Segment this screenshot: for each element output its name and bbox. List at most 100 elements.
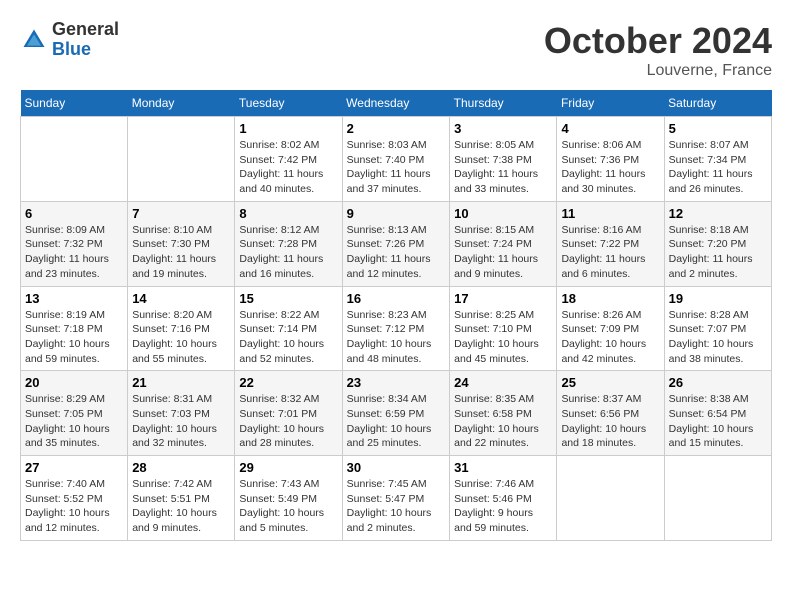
day-number: 23 <box>347 375 445 390</box>
day-info: Sunrise: 8:07 AMSunset: 7:34 PMDaylight:… <box>669 138 767 197</box>
page-header: General Blue October 2024 Louverne, Fran… <box>20 20 772 80</box>
day-number: 12 <box>669 206 767 221</box>
calendar-week-row: 1Sunrise: 8:02 AMSunset: 7:42 PMDaylight… <box>21 117 772 202</box>
day-info: Sunrise: 8:32 AMSunset: 7:01 PMDaylight:… <box>239 392 337 451</box>
weekday-header: Wednesday <box>342 90 449 117</box>
calendar-cell: 29Sunrise: 7:43 AMSunset: 5:49 PMDayligh… <box>235 456 342 541</box>
day-info: Sunrise: 7:46 AMSunset: 5:46 PMDaylight:… <box>454 477 552 536</box>
calendar-cell: 31Sunrise: 7:46 AMSunset: 5:46 PMDayligh… <box>450 456 557 541</box>
day-info: Sunrise: 7:43 AMSunset: 5:49 PMDaylight:… <box>239 477 337 536</box>
calendar-week-row: 27 Sunrise: 7:40 AMSunset: 5:52 PMDayligh… <box>21 456 772 541</box>
calendar-cell: 10Sunrise: 8:15 AMSunset: 7:24 PMDayligh… <box>450 201 557 286</box>
day-info: Sunrise: 8:06 AMSunset: 7:36 PMDaylight:… <box>561 138 659 197</box>
day-info: Sunrise: 8:23 AMSunset: 7:12 PMDaylight:… <box>347 308 445 367</box>
calendar-cell: 27 Sunrise: 7:40 AMSunset: 5:52 PMDayligh… <box>21 456 128 541</box>
calendar-cell <box>557 456 664 541</box>
day-number: 22 <box>239 375 337 390</box>
calendar-cell: 28 Sunrise: 7:42 AMSunset: 5:51 PMDayligh… <box>128 456 235 541</box>
calendar-table: SundayMondayTuesdayWednesdayThursdayFrid… <box>20 90 772 541</box>
day-number: 1 <box>239 121 337 136</box>
day-number: 4 <box>561 121 659 136</box>
logo: General Blue <box>20 20 119 60</box>
day-number: 30 <box>347 460 445 475</box>
calendar-cell <box>21 117 128 202</box>
calendar-cell: 5 Sunrise: 8:07 AMSunset: 7:34 PMDaylight… <box>664 117 771 202</box>
calendar-cell: 1Sunrise: 8:02 AMSunset: 7:42 PMDaylight… <box>235 117 342 202</box>
day-info: Sunrise: 8:29 AMSunset: 7:05 PMDaylight:… <box>25 392 123 451</box>
day-number: 3 <box>454 121 552 136</box>
calendar-cell: 6 Sunrise: 8:09 AMSunset: 7:32 PMDaylight… <box>21 201 128 286</box>
day-number: 21 <box>132 375 230 390</box>
weekday-header: Friday <box>557 90 664 117</box>
calendar-week-row: 20 Sunrise: 8:29 AMSunset: 7:05 PMDayligh… <box>21 371 772 456</box>
day-number: 9 <box>347 206 445 221</box>
day-number: 15 <box>239 291 337 306</box>
day-number: 20 <box>25 375 123 390</box>
month-title: October 2024 <box>544 20 772 62</box>
logo-text: General Blue <box>52 20 119 60</box>
day-number: 27 <box>25 460 123 475</box>
day-number: 28 <box>132 460 230 475</box>
calendar-cell: 23 Sunrise: 8:34 AMSunset: 6:59 PMDayligh… <box>342 371 449 456</box>
calendar-cell: 13Sunrise: 8:19 AMSunset: 7:18 PMDayligh… <box>21 286 128 371</box>
day-info: Sunrise: 8:25 AMSunset: 7:10 PMDaylight:… <box>454 308 552 367</box>
day-info: Sunrise: 8:31 AMSunset: 7:03 PMDaylight:… <box>132 392 230 451</box>
calendar-cell: 14 Sunrise: 8:20 AMSunset: 7:16 PMDayligh… <box>128 286 235 371</box>
calendar-cell: 22 Sunrise: 8:32 AMSunset: 7:01 PMDayligh… <box>235 371 342 456</box>
day-info: Sunrise: 8:16 AMSunset: 7:22 PMDaylight:… <box>561 223 659 282</box>
day-number: 26 <box>669 375 767 390</box>
calendar-header-row: SundayMondayTuesdayWednesdayThursdayFrid… <box>21 90 772 117</box>
day-info: Sunrise: 8:35 AMSunset: 6:58 PMDaylight:… <box>454 392 552 451</box>
weekday-header: Monday <box>128 90 235 117</box>
day-number: 25 <box>561 375 659 390</box>
calendar-week-row: 6 Sunrise: 8:09 AMSunset: 7:32 PMDaylight… <box>21 201 772 286</box>
day-info: Sunrise: 8:15 AMSunset: 7:24 PMDaylight:… <box>454 223 552 282</box>
day-number: 16 <box>347 291 445 306</box>
location: Louverne, France <box>544 62 772 80</box>
weekday-header: Sunday <box>21 90 128 117</box>
day-info: Sunrise: 8:38 AMSunset: 6:54 PMDaylight:… <box>669 392 767 451</box>
weekday-header: Tuesday <box>235 90 342 117</box>
logo-icon <box>20 26 48 54</box>
title-section: October 2024 Louverne, France <box>544 20 772 80</box>
calendar-cell: 18Sunrise: 8:26 AMSunset: 7:09 PMDayligh… <box>557 286 664 371</box>
day-info: Sunrise: 8:09 AMSunset: 7:32 PMDaylight:… <box>25 223 123 282</box>
calendar-cell: 9Sunrise: 8:13 AMSunset: 7:26 PMDaylight… <box>342 201 449 286</box>
calendar-cell: 4 Sunrise: 8:06 AMSunset: 7:36 PMDaylight… <box>557 117 664 202</box>
day-info: Sunrise: 8:20 AMSunset: 7:16 PMDaylight:… <box>132 308 230 367</box>
day-info: Sunrise: 8:12 AMSunset: 7:28 PMDaylight:… <box>239 223 337 282</box>
day-info: Sunrise: 7:45 AMSunset: 5:47 PMDaylight:… <box>347 477 445 536</box>
day-number: 24 <box>454 375 552 390</box>
day-number: 7 <box>132 206 230 221</box>
day-number: 14 <box>132 291 230 306</box>
calendar-cell: 26 Sunrise: 8:38 AMSunset: 6:54 PMDayligh… <box>664 371 771 456</box>
day-info: Sunrise: 8:22 AMSunset: 7:14 PMDaylight:… <box>239 308 337 367</box>
calendar-cell: 17Sunrise: 8:25 AMSunset: 7:10 PMDayligh… <box>450 286 557 371</box>
calendar-cell: 8 Sunrise: 8:12 AMSunset: 7:28 PMDaylight… <box>235 201 342 286</box>
day-info: Sunrise: 8:28 AMSunset: 7:07 PMDaylight:… <box>669 308 767 367</box>
day-info: Sunrise: 8:37 AMSunset: 6:56 PMDaylight:… <box>561 392 659 451</box>
calendar-cell: 20 Sunrise: 8:29 AMSunset: 7:05 PMDayligh… <box>21 371 128 456</box>
calendar-cell <box>128 117 235 202</box>
day-info: Sunrise: 7:42 AMSunset: 5:51 PMDaylight:… <box>132 477 230 536</box>
calendar-cell: 3 Sunrise: 8:05 AMSunset: 7:38 PMDaylight… <box>450 117 557 202</box>
day-info: Sunrise: 8:05 AMSunset: 7:38 PMDaylight:… <box>454 138 552 197</box>
calendar-cell: 2Sunrise: 8:03 AMSunset: 7:40 PMDaylight… <box>342 117 449 202</box>
day-info: Sunrise: 7:40 AMSunset: 5:52 PMDaylight:… <box>25 477 123 536</box>
calendar-cell: 21 Sunrise: 8:31 AMSunset: 7:03 PMDayligh… <box>128 371 235 456</box>
calendar-cell: 12Sunrise: 8:18 AMSunset: 7:20 PMDayligh… <box>664 201 771 286</box>
day-number: 8 <box>239 206 337 221</box>
day-info: Sunrise: 8:03 AMSunset: 7:40 PMDaylight:… <box>347 138 445 197</box>
day-number: 6 <box>25 206 123 221</box>
weekday-header: Thursday <box>450 90 557 117</box>
calendar-cell: 19 Sunrise: 8:28 AMSunset: 7:07 PMDayligh… <box>664 286 771 371</box>
calendar-cell: 30 Sunrise: 7:45 AMSunset: 5:47 PMDayligh… <box>342 456 449 541</box>
calendar-cell: 7Sunrise: 8:10 AMSunset: 7:30 PMDaylight… <box>128 201 235 286</box>
day-number: 11 <box>561 206 659 221</box>
weekday-header: Saturday <box>664 90 771 117</box>
calendar-cell: 15 Sunrise: 8:22 AMSunset: 7:14 PMDayligh… <box>235 286 342 371</box>
day-info: Sunrise: 8:34 AMSunset: 6:59 PMDaylight:… <box>347 392 445 451</box>
day-number: 19 <box>669 291 767 306</box>
calendar-cell: 25 Sunrise: 8:37 AMSunset: 6:56 PMDayligh… <box>557 371 664 456</box>
day-number: 5 <box>669 121 767 136</box>
